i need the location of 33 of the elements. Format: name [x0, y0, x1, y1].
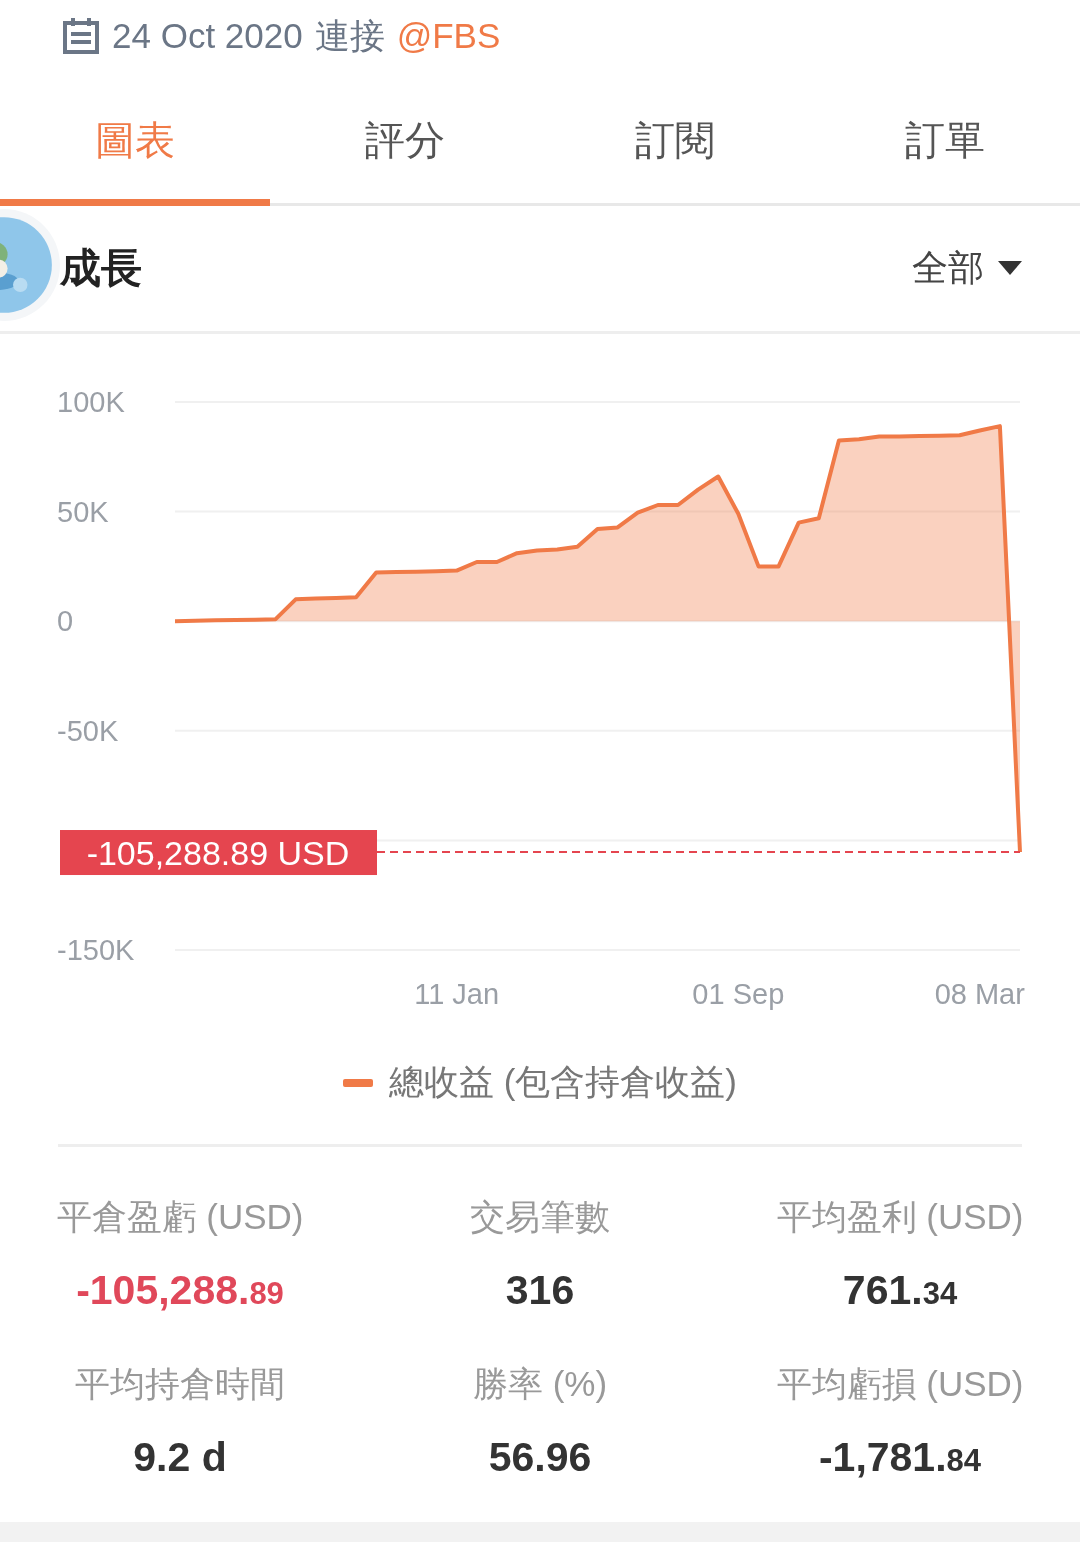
stat-label: 勝率 (%): [472, 1363, 608, 1405]
annotation: -105,288.89 USD: [86, 834, 350, 873]
x-axis-label: 01 Sep: [692, 978, 785, 1010]
tab[interactable]: 評分: [270, 92, 540, 206]
stat-value: 761.34: [842, 1267, 958, 1314]
y-axis-label: 100K: [57, 386, 125, 418]
legend-swatch-icon: [342, 1078, 373, 1087]
stat-label: 平均盈利 (USD): [776, 1196, 1024, 1238]
connect-label: 連接: [314, 14, 385, 57]
x-axis-label: 08 Mar: [934, 978, 1025, 1010]
y-axis-label: 0: [57, 605, 74, 638]
tab[interactable]: 訂閱: [540, 92, 810, 206]
date-text: 24 Oct 2020: [112, 16, 303, 56]
caret-icon: [998, 260, 1022, 277]
calendar-icon: [62, 17, 100, 55]
stat-value: 56.96: [488, 1434, 592, 1481]
stat-label: 平倉盈虧 (USD): [56, 1196, 304, 1238]
y-axis-label: 50K: [57, 495, 109, 528]
stat-label: 交易筆數: [470, 1196, 610, 1238]
y-axis-label: -50K: [57, 714, 119, 747]
section-title: 成長: [60, 244, 142, 293]
tab[interactable]: 訂單: [810, 92, 1080, 206]
stat-label: 平均虧損 (USD): [776, 1363, 1024, 1405]
stat-label: 平均持倉時間: [75, 1363, 285, 1405]
x-axis-label: 11 Jan: [414, 978, 500, 1010]
stat-value: 316: [505, 1267, 575, 1314]
legend-label: 總收益 (包含持倉收益): [388, 1061, 737, 1103]
filter-dropdown[interactable]: 全部: [912, 244, 1022, 293]
y-axis-label: -150K: [57, 934, 135, 966]
stat-value: 9.2 d: [133, 1434, 227, 1481]
stat-value: -105,288.89: [76, 1267, 284, 1314]
stat-value: -1,781.84: [818, 1434, 982, 1481]
value-badge: -105,288.89 USD: [60, 830, 377, 875]
